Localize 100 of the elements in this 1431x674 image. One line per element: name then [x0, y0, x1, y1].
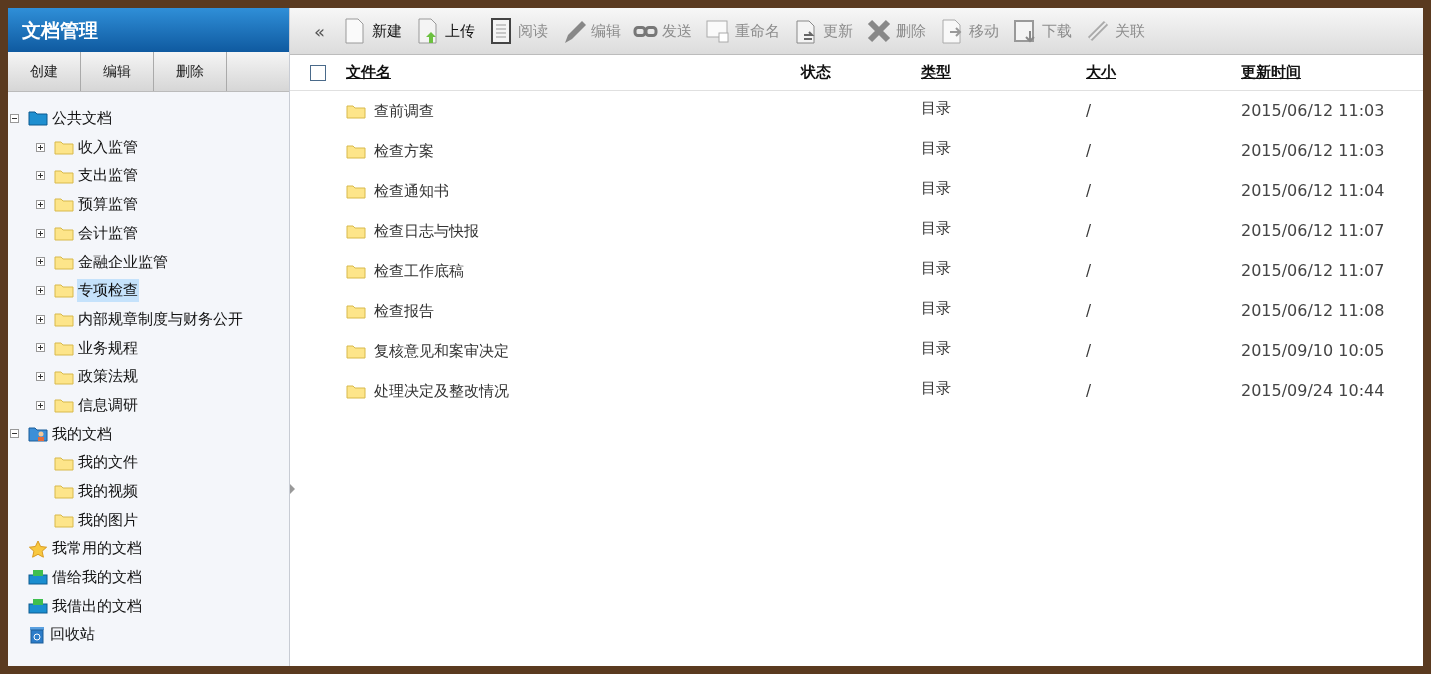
file-name[interactable]: 检查通知书 [374, 179, 449, 203]
tree-item[interactable]: 我的文件 [77, 451, 139, 474]
table-cell: 目录 [921, 298, 951, 317]
folder-icon [346, 303, 366, 319]
tree-item[interactable]: 我的文档 [51, 422, 113, 446]
folder-icon [54, 368, 74, 385]
tree-item[interactable]: 信息调研 [77, 393, 139, 417]
file-name[interactable]: 检查方案 [374, 139, 434, 163]
select-all-checkbox[interactable] [310, 64, 326, 81]
table-cell: / [1086, 381, 1092, 400]
folder-icon [54, 282, 74, 299]
expand-icon[interactable] [36, 257, 45, 267]
table-cell: 2015/06/12 11:08 [1241, 301, 1385, 320]
table-cell: / [1086, 341, 1092, 360]
table-cell: 目录 [921, 338, 951, 357]
file-name[interactable]: 复核意见和案审决定 [374, 339, 509, 363]
file-name[interactable]: 检查工作底稿 [374, 259, 464, 283]
folder-icon [346, 143, 366, 159]
expand-icon[interactable] [36, 171, 45, 181]
expand-icon[interactable] [36, 228, 45, 238]
folder-icon [346, 263, 366, 279]
tray-icon [28, 569, 48, 586]
file-name[interactable]: 处理决定及整改情况 [374, 379, 509, 403]
column-header[interactable]: 文件名 [346, 61, 801, 84]
column-header[interactable]: 状态 [801, 61, 921, 84]
star-icon [28, 539, 48, 558]
folder-icon [54, 483, 74, 500]
expand-icon[interactable] [36, 372, 45, 382]
folder-icon [346, 183, 366, 199]
tree-item[interactable]: 内部规章制度与财务公开 [77, 307, 244, 331]
table-cell: / [1086, 181, 1092, 200]
folder-icon [54, 339, 74, 356]
tree-item[interactable]: 回收站 [49, 623, 96, 646]
expand-icon[interactable] [36, 199, 45, 209]
folder-icon [54, 196, 74, 213]
toggle-icon[interactable] [10, 429, 19, 439]
toolbar-button[interactable]: 新建 [339, 13, 404, 49]
folder-icon [346, 103, 366, 119]
expand-icon[interactable] [36, 314, 45, 324]
folder-icon [28, 110, 48, 127]
tree-item[interactable]: 我的图片 [77, 508, 139, 532]
cross-icon [865, 17, 893, 45]
folder-icon [346, 343, 366, 359]
sidebar-title: 文档管理 [8, 8, 289, 52]
tree-item[interactable]: 借给我的文档 [51, 566, 143, 589]
folder-icon [54, 397, 74, 414]
file-name[interactable]: 检查日志与快报 [374, 219, 479, 243]
table-cell: / [1086, 261, 1092, 280]
toggle-icon[interactable] [10, 113, 19, 123]
table-cell: 2015/09/10 10:05 [1241, 341, 1385, 360]
table-cell: 2015/06/12 11:04 [1241, 181, 1385, 200]
tree-item[interactable]: 我借出的文档 [51, 594, 143, 618]
table-cell: / [1086, 221, 1092, 240]
action-button[interactable]: 创建 [8, 52, 81, 91]
action-button[interactable]: 编辑 [81, 52, 154, 91]
file-name[interactable]: 查前调查 [374, 99, 434, 123]
expand-icon[interactable] [36, 343, 45, 353]
tree-item[interactable]: 预算监管 [77, 193, 139, 216]
expand-icon[interactable] [36, 400, 45, 410]
expand-icon[interactable] [36, 285, 45, 295]
column-header[interactable]: 类型 [921, 61, 1086, 84]
column-header[interactable]: 大小 [1086, 61, 1241, 84]
window-icon [704, 17, 732, 45]
folder-icon [346, 383, 366, 399]
tree-item[interactable]: 专项检查 [77, 279, 139, 302]
table-cell: 目录 [921, 258, 951, 277]
expand-arrow-icon[interactable] [290, 484, 295, 494]
folder-icon [346, 223, 366, 239]
table-cell: 2015/06/12 11:07 [1241, 261, 1385, 280]
tree-item[interactable]: 会计监管 [77, 221, 139, 245]
folder-icon [54, 225, 74, 242]
tree-item[interactable]: 支出监管 [77, 164, 139, 187]
tree-item[interactable]: 业务规程 [77, 336, 139, 360]
table-cell: / [1086, 101, 1092, 120]
recycle-bin-icon [28, 625, 46, 644]
column-header[interactable]: 更新时间 [1241, 61, 1423, 84]
table-cell: 2015/06/12 11:03 [1241, 141, 1385, 160]
collapse-button[interactable]: « [314, 17, 325, 45]
folder-icon [54, 311, 74, 328]
table-cell: 目录 [921, 98, 951, 117]
file-name[interactable]: 检查报告 [374, 299, 434, 323]
folder-icon [54, 167, 74, 184]
tree-item[interactable]: 我的视频 [77, 480, 139, 503]
tray-icon [28, 598, 48, 615]
folder-icon [54, 253, 74, 270]
folder-icon [54, 511, 74, 528]
action-button[interactable]: 删除 [154, 52, 227, 91]
expand-icon[interactable] [36, 142, 45, 152]
tree-item[interactable]: 金融企业监管 [77, 250, 169, 274]
folder-icon [54, 139, 74, 156]
tree-item[interactable]: 我常用的文档 [51, 537, 143, 560]
table-cell: 目录 [921, 178, 951, 197]
toolbar-button[interactable]: 上传 [412, 13, 477, 49]
tree-item[interactable]: 公共文档 [51, 107, 113, 130]
tree-item[interactable]: 收入监管 [77, 135, 139, 159]
table-cell: 目录 [921, 378, 951, 397]
tree-item[interactable]: 政策法规 [77, 365, 139, 388]
table-cell: 目录 [921, 218, 951, 237]
table-cell: 2015/06/12 11:03 [1241, 101, 1385, 120]
user-folder-icon [28, 425, 48, 442]
